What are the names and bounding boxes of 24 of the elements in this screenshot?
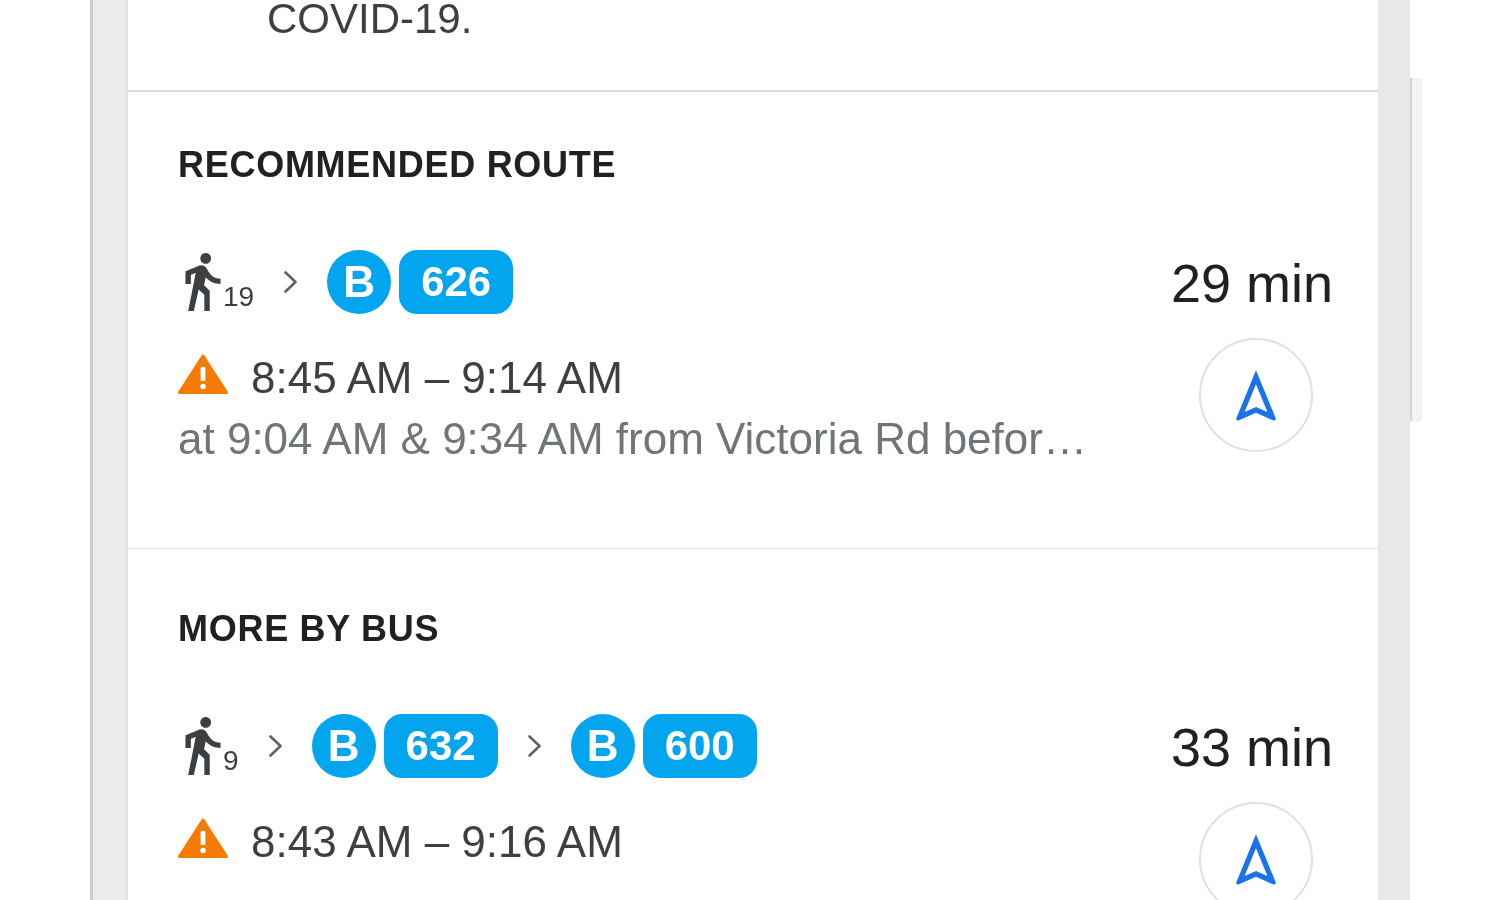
scrollbar[interactable]: [1410, 78, 1422, 422]
walking-person-icon: [185, 253, 221, 311]
bus-mode-badge: B: [311, 714, 376, 778]
route-number-badge: 632: [383, 714, 498, 778]
trip-duration: 29 min: [1170, 253, 1333, 313]
navigation-arrow-icon: [1236, 369, 1276, 421]
walking-person-icon: [185, 717, 221, 775]
route-number-badge: 600: [642, 714, 757, 778]
navigation-arrow-icon: [1236, 833, 1276, 885]
trip-duration: 33 min: [1170, 717, 1333, 777]
notice-text: COVID-19.: [267, 0, 473, 38]
chevron-right-icon: [527, 735, 541, 757]
section-heading: MORE BY BUS: [178, 611, 440, 647]
chevron-right-icon: [284, 271, 298, 293]
departure-details: at 9:04 AM & 9:34 AM from Victoria Rd befor…: [178, 415, 1087, 463]
trip-times: 8:43 AM – 9:16 AM: [251, 818, 623, 866]
bus-mode-badge: B: [570, 714, 635, 778]
section-heading: RECOMMENDED ROUTE: [178, 147, 617, 183]
bus-mode-badge: B: [327, 250, 392, 314]
route-number-badge: 626: [399, 250, 514, 314]
trip-times: 8:45 AM – 9:14 AM: [251, 354, 623, 402]
walk-minutes: 19: [223, 283, 255, 311]
chevron-right-icon: [268, 735, 282, 757]
walk-minutes: 9: [223, 747, 239, 775]
